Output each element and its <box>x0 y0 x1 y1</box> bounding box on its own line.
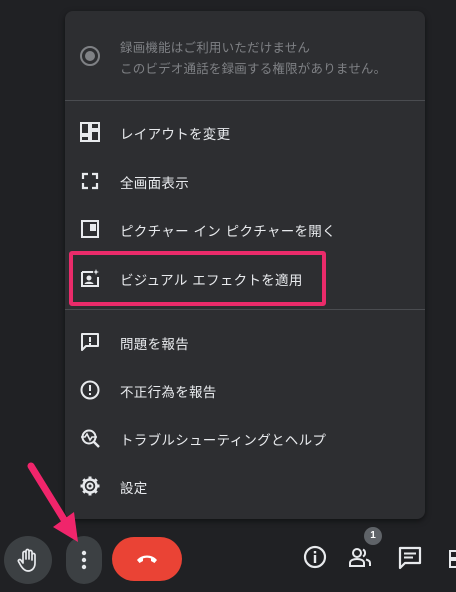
more-vert-icon <box>81 550 87 570</box>
end-call-button[interactable] <box>112 537 182 581</box>
settings-icon <box>79 475 101 497</box>
people-button[interactable] <box>347 545 373 571</box>
menu-item-label: 設定 <box>120 481 148 497</box>
report-icon <box>79 379 101 401</box>
troubleshoot-icon <box>79 427 101 449</box>
menu-item-report-problem[interactable]: 問題を報告 <box>65 320 425 364</box>
people-icon <box>347 548 373 575</box>
meeting-details-button[interactable] <box>302 544 328 570</box>
picture-in-picture-icon <box>79 218 101 240</box>
info-icon <box>302 545 328 574</box>
menu-item-change-layout[interactable]: レイアウトを変更 <box>65 110 425 154</box>
menu-item-settings[interactable]: 設定 <box>65 464 425 508</box>
call-end-icon <box>135 551 159 567</box>
highlight-box <box>69 251 326 306</box>
recording-unavailable-description: このビデオ通話を録画する権限がありません。 <box>120 61 387 76</box>
recording-unavailable-item: 録画機能はご利用いただけません このビデオ通話を録画する権限がありません。 <box>65 11 425 99</box>
meeting-screen: 録画機能はご利用いただけません このビデオ通話を録画する権限がありません。 レイ… <box>0 0 456 592</box>
chat-icon <box>397 546 423 575</box>
fullscreen-icon <box>79 170 101 192</box>
menu-item-label: ピクチャー イン ピクチャーを開く <box>120 224 336 240</box>
menu-item-picture-in-picture[interactable]: ピクチャー イン ピクチャーを開く <box>65 207 425 251</box>
activities-button[interactable] <box>445 545 456 571</box>
recording-unavailable-title: 録画機能はご利用いただけません <box>120 40 311 55</box>
participant-count-badge: 1 <box>364 527 382 545</box>
menu-divider <box>65 100 425 101</box>
menu-item-report-abuse[interactable]: 不正行為を報告 <box>65 368 425 412</box>
feedback-icon <box>79 331 101 353</box>
chat-button[interactable] <box>397 545 423 571</box>
raise-hand-button[interactable] <box>4 536 52 584</box>
menu-item-label: 問題を報告 <box>120 337 189 353</box>
menu-item-fullscreen[interactable]: 全画面表示 <box>65 159 425 203</box>
menu-item-troubleshooting[interactable]: トラブルシューティングとヘルプ <box>65 416 425 460</box>
menu-item-label: 不正行為を報告 <box>120 385 217 401</box>
menu-item-label: 全画面表示 <box>120 176 189 192</box>
layout-icon <box>79 121 101 143</box>
menu-item-label: レイアウトを変更 <box>120 127 231 143</box>
record-icon <box>79 45 101 67</box>
menu-item-label: トラブルシューティングとヘルプ <box>120 433 327 449</box>
hand-icon <box>16 547 40 573</box>
activities-icon <box>445 550 456 571</box>
menu-divider <box>65 309 425 310</box>
more-options-button[interactable] <box>66 536 102 584</box>
